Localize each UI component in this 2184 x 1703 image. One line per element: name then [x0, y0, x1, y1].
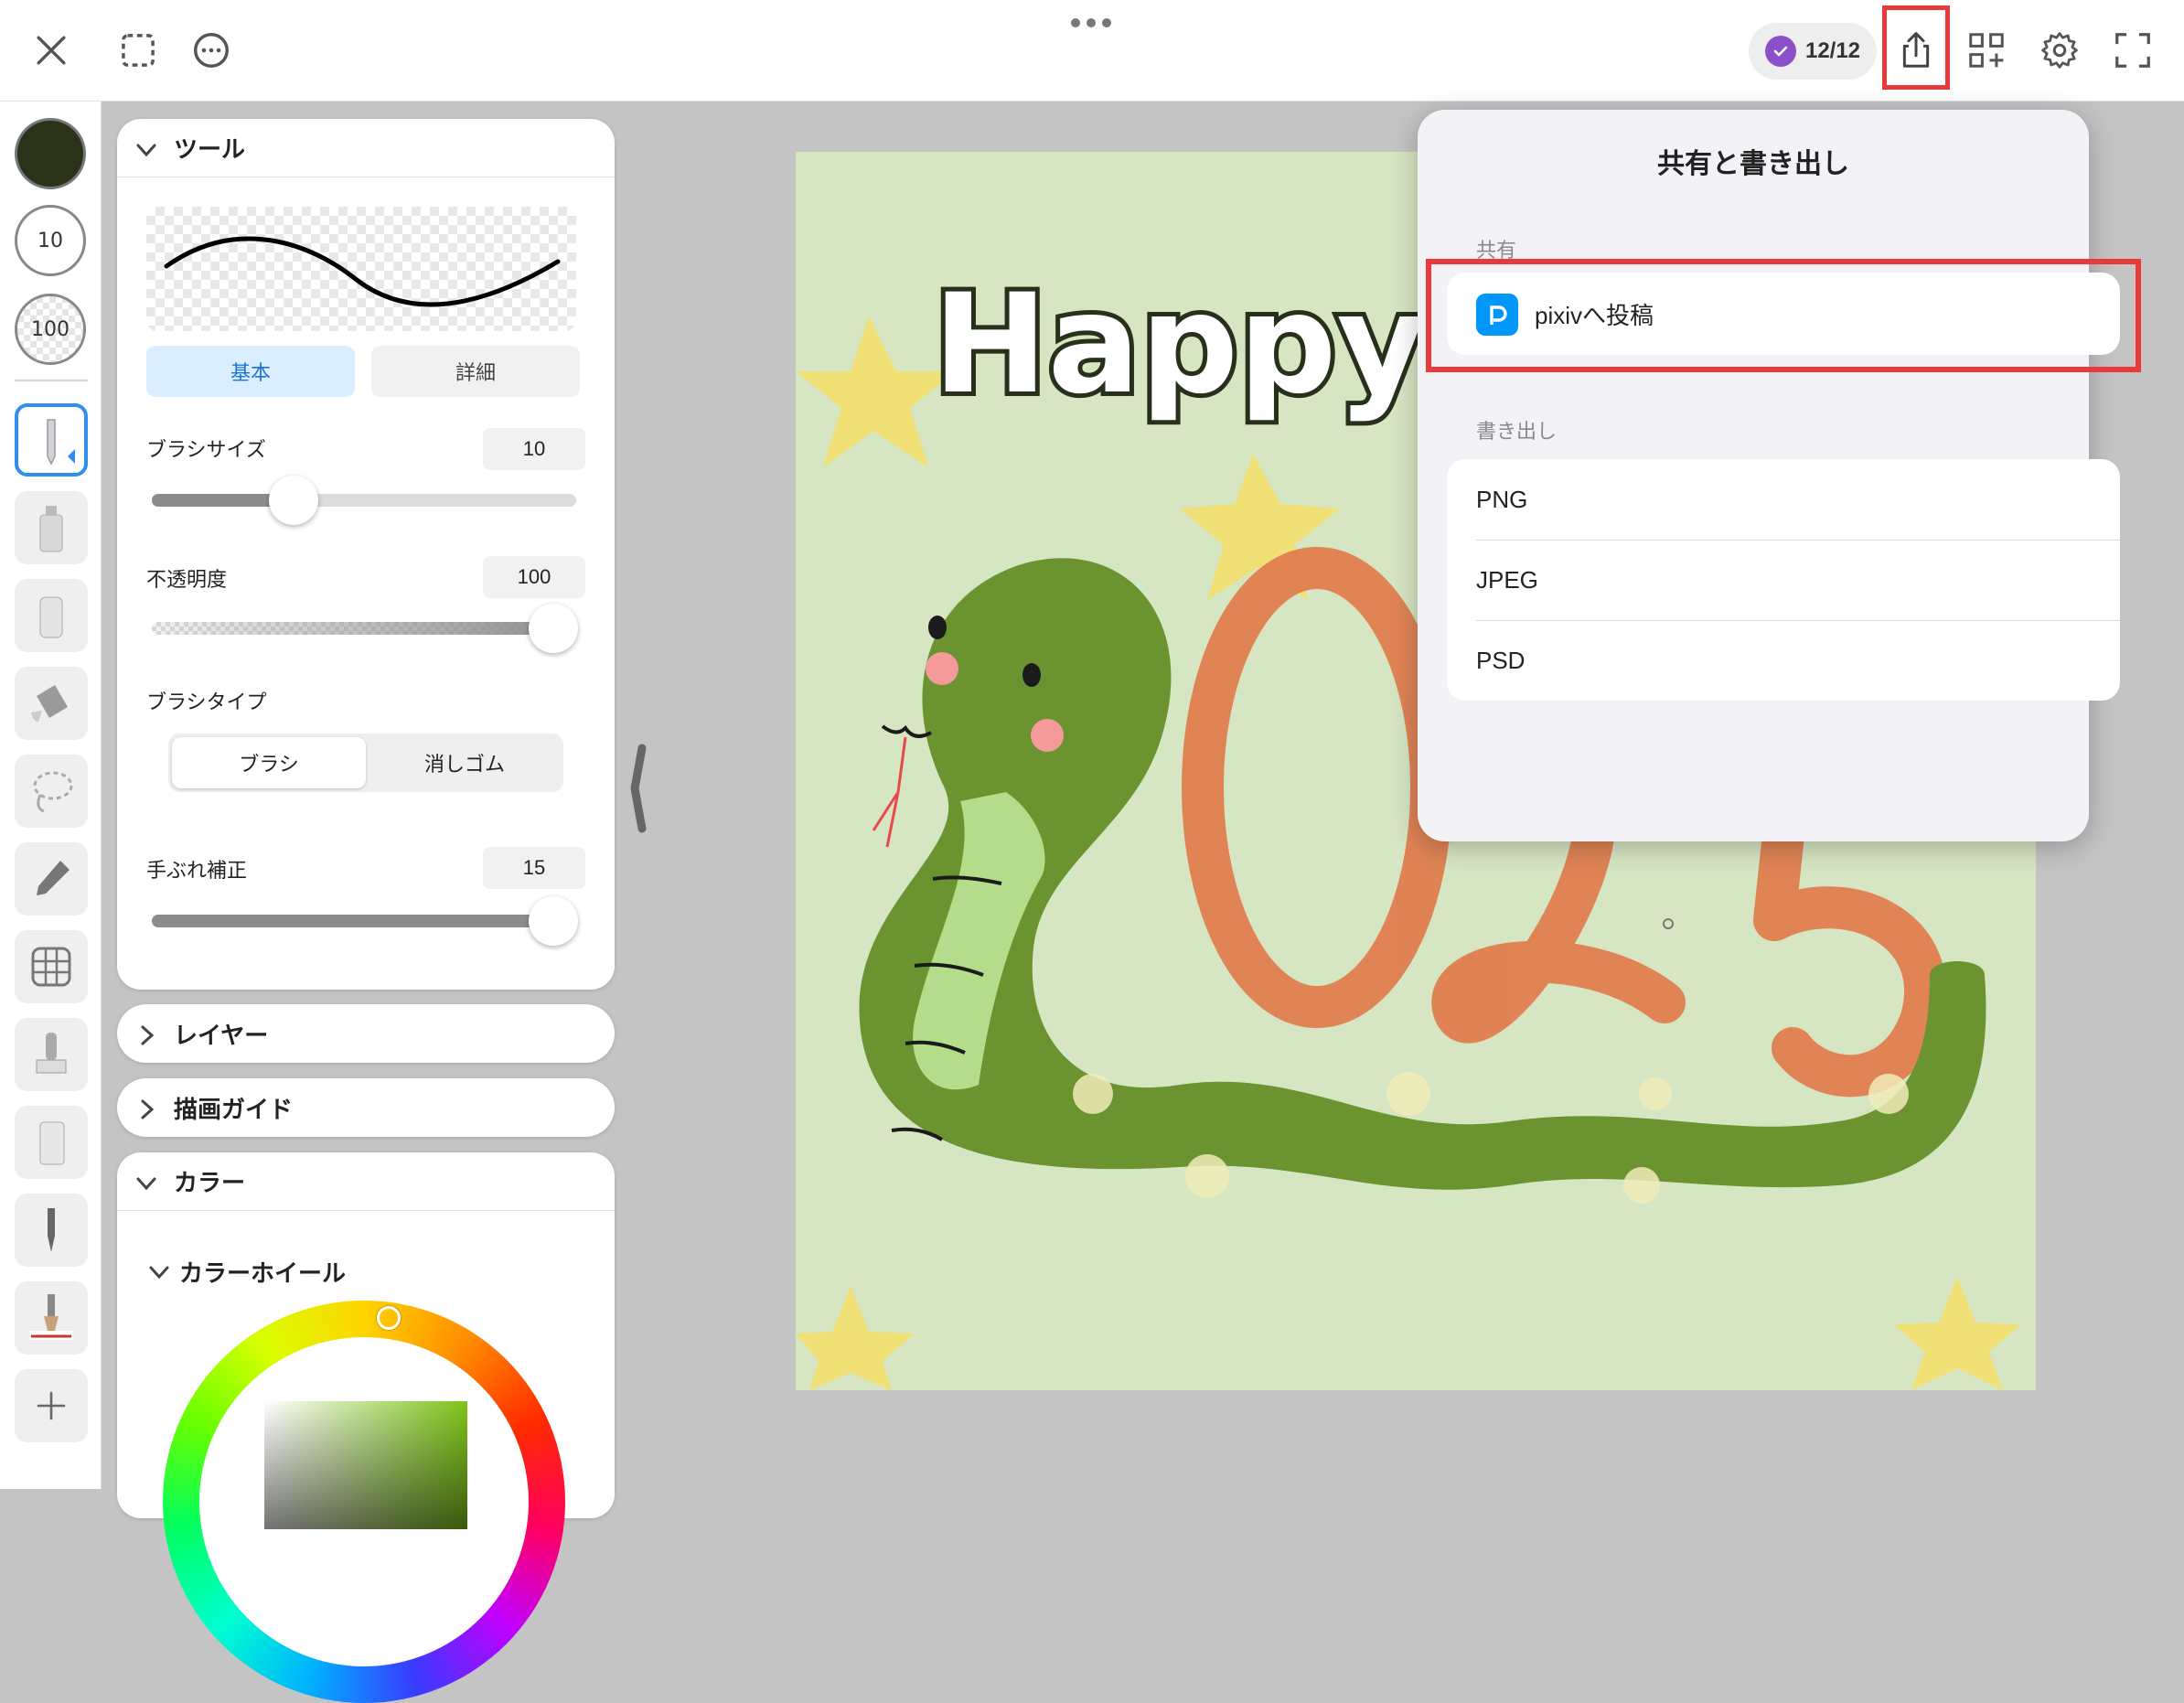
more-icon[interactable]	[185, 24, 238, 77]
selection-icon[interactable]	[112, 24, 165, 77]
tab-detail-label: 詳細	[455, 362, 496, 385]
fullscreen-icon[interactable]	[2106, 24, 2159, 77]
lasso-tool[interactable]	[15, 755, 88, 828]
opacity-value: 100	[31, 317, 70, 341]
export-jpeg-label: JPEG	[1476, 565, 1538, 594]
brush-size-value[interactable]: 10	[483, 428, 585, 470]
color-wheel-handle[interactable]	[377, 1306, 401, 1330]
chevron-right-icon	[141, 1025, 155, 1045]
chevron-right-icon	[141, 1099, 155, 1119]
share-export-popover: 共有と書き出し 共有 pixivへ投稿 書き出し PNG JPEG PSD	[1418, 110, 2120, 841]
panel-collapse-handle[interactable]	[627, 743, 648, 834]
tool-panel: ツール 基本 詳細 ブラシサイズ 10 不透明度 100 ブラシタイプ ブラシ …	[117, 119, 615, 990]
size-indicator[interactable]: 10	[15, 205, 86, 276]
layer-panel-header[interactable]: レイヤー	[117, 1004, 615, 1063]
pixiv-highlight-frame	[1426, 259, 2141, 372]
brush-type-label: ブラシタイプ	[146, 691, 267, 714]
color-wheel-header[interactable]: カラーホイール	[146, 1255, 346, 1289]
window-grabber-icon[interactable]	[1070, 15, 1112, 27]
credit-badge[interactable]: 12/12	[1749, 23, 1877, 80]
watercolor-brush-tool[interactable]	[15, 1281, 88, 1355]
color-saturation-square[interactable]	[264, 1401, 467, 1529]
export-section-label: 書き出し	[1476, 421, 1558, 444]
tab-basic[interactable]: 基本	[146, 346, 355, 397]
credit-count: 12/12	[1804, 38, 1861, 63]
opacity-indicator[interactable]: 100	[15, 294, 86, 365]
brush-color-swatch[interactable]	[15, 118, 86, 189]
add-tool-button[interactable]	[15, 1369, 88, 1442]
guide-panel-title: 描画ガイド	[174, 1096, 294, 1124]
opacity-knob[interactable]	[529, 604, 578, 653]
fountain-pen-tool[interactable]	[15, 1194, 88, 1267]
brush-stroke-preview	[146, 207, 576, 331]
tool-panel-title: ツール	[174, 136, 246, 164]
stabilizer-slider[interactable]	[152, 915, 576, 927]
layer-panel-title: レイヤー	[174, 1022, 269, 1050]
canvas-year-text: 2025	[796, 152, 798, 153]
color-panel-header[interactable]: カラー	[117, 1152, 615, 1211]
brush-type-brush[interactable]: ブラシ	[172, 737, 366, 788]
brush-size-label: ブラシサイズ	[146, 439, 266, 462]
chevron-down-icon	[136, 1177, 156, 1191]
share-highlight-frame	[1882, 5, 1950, 90]
add-grid-icon[interactable]	[1960, 24, 2013, 77]
brush-type-brush-label: ブラシ	[239, 754, 299, 777]
export-png[interactable]: PNG	[1447, 459, 2120, 540]
left-toolbar: 10 100	[0, 102, 102, 1489]
transform-grid-tool[interactable]	[15, 930, 88, 1003]
stabilizer-value[interactable]: 15	[483, 847, 585, 889]
brush-size-knob[interactable]	[269, 476, 318, 525]
eraser-brush-tool[interactable]	[15, 1106, 88, 1179]
export-psd[interactable]: PSD	[1447, 620, 2120, 701]
tab-detail[interactable]: 詳細	[371, 346, 580, 397]
color-wheel-title: カラーホイール	[179, 1260, 347, 1288]
chevron-down-icon	[149, 1266, 169, 1279]
export-card: PNG JPEG PSD	[1447, 459, 2120, 701]
color-panel-title: カラー	[174, 1170, 246, 1197]
opacity-slider[interactable]	[152, 622, 576, 635]
tool-panel-header[interactable]: ツール	[117, 119, 615, 177]
canvas-pivot-marker[interactable]	[1663, 918, 1674, 929]
popover-title: 共有と書き出し	[1657, 148, 1849, 180]
brush-type-eraser[interactable]: 消しゴム	[369, 737, 560, 788]
stabilizer-label: 手ぶれ補正	[146, 860, 248, 883]
color-panel: カラー カラーホイール	[117, 1152, 615, 1703]
chevron-down-icon	[136, 144, 156, 157]
opacity-value-box[interactable]: 100	[483, 556, 585, 598]
pen-tool[interactable]	[15, 403, 88, 477]
top-toolbar: 12/12	[0, 0, 2184, 102]
export-jpeg[interactable]: JPEG	[1447, 540, 2120, 620]
tab-basic-label: 基本	[230, 362, 271, 385]
fill-bucket-tool[interactable]	[15, 667, 88, 740]
export-psd-label: PSD	[1476, 646, 1526, 674]
toolbar-divider	[15, 380, 88, 381]
stamp-tool[interactable]	[15, 1018, 88, 1091]
guide-panel-header[interactable]: 描画ガイド	[117, 1078, 615, 1137]
spray-tool[interactable]	[15, 491, 88, 564]
size-value: 10	[37, 229, 63, 252]
gear-icon[interactable]	[2033, 24, 2086, 77]
export-png-label: PNG	[1476, 485, 1528, 513]
checkmark-icon	[1764, 36, 1796, 67]
eraser-tool[interactable]	[15, 579, 88, 652]
eyedropper-tool[interactable]	[15, 842, 88, 916]
close-icon[interactable]	[25, 24, 78, 77]
opacity-label: 不透明度	[146, 569, 228, 592]
brush-type-eraser-label: 消しゴム	[423, 754, 505, 777]
stabilizer-knob[interactable]	[529, 896, 578, 946]
